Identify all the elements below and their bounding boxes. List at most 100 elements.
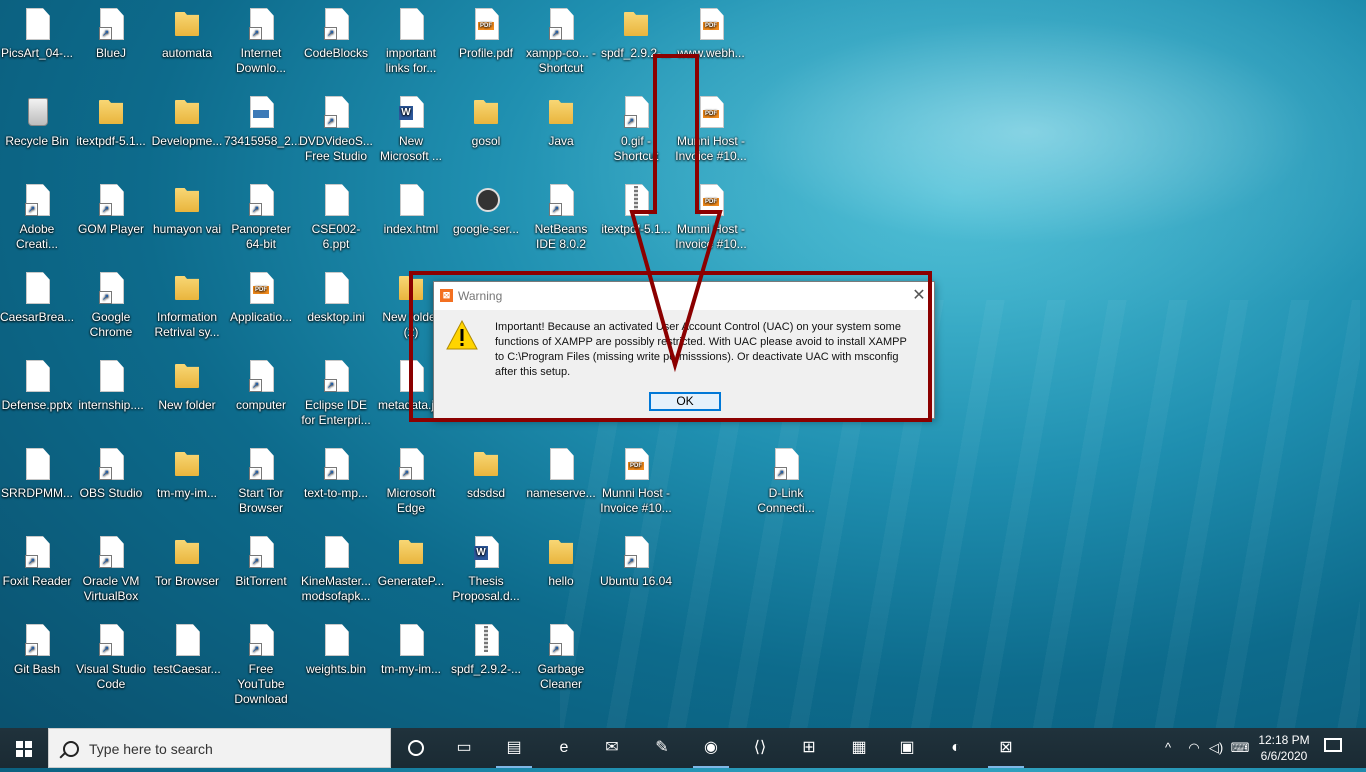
desktop-icon[interactable]: Defense.pptx xyxy=(0,352,74,413)
desktop-icon-label: Adobe Creati... xyxy=(15,222,58,251)
xampp-taskbar-icon[interactable]: ⊠ xyxy=(988,734,1024,768)
desktop-icon[interactable]: W New Microsoft ... xyxy=(374,88,448,164)
desktop-icon[interactable]: ↗ Garbage Cleaner xyxy=(524,616,598,692)
desktop-icon[interactable]: PicsArt_04-... xyxy=(0,0,74,61)
desktop-icon[interactable]: ↗ Start Tor Browser xyxy=(224,440,298,516)
desktop-icon-label: itextpdf-5.1... xyxy=(601,222,671,236)
desktop-icon[interactable]: ↗ DVDVideoS... Free Studio xyxy=(299,88,373,164)
start-button[interactable] xyxy=(0,728,48,768)
cortana-icon[interactable] xyxy=(402,734,430,762)
desktop-icon[interactable]: ↗ Adobe Creati... xyxy=(0,176,74,252)
eclipse-icon[interactable]: ◐ xyxy=(942,734,970,762)
desktop-icon[interactable]: weights.bin xyxy=(299,616,373,677)
show-hidden-icons[interactable]: ^ xyxy=(1158,734,1178,762)
desktop-icon[interactable]: ↗ BlueJ xyxy=(74,0,148,61)
desktop-icon[interactable]: ↗ Visual Studio Code xyxy=(74,616,148,692)
desktop-icon[interactable]: ↗ Git Bash xyxy=(0,616,74,677)
desktop-icon[interactable]: ↗ Eclipse IDE for Enterpri... xyxy=(299,352,373,428)
desktop-icon[interactable]: CaesarBrea... xyxy=(0,264,74,325)
desktop-icon[interactable]: tm-my-im... xyxy=(150,440,224,501)
desktop-icon[interactable]: Information Retrival sy... xyxy=(150,264,224,340)
desktop-icon[interactable]: SRRDPMM... xyxy=(0,440,74,501)
desktop-icon[interactable]: PDF Munni Host - Invoice #10... xyxy=(674,88,748,164)
task-view-icon[interactable]: ▭ xyxy=(450,734,478,762)
desktop-icon[interactable]: KineMaster... modsofapk... xyxy=(299,528,373,604)
desktop-icon[interactable]: GenerateP... xyxy=(374,528,448,589)
desktop-icon[interactable]: ↗ Internet Downlo... xyxy=(224,0,298,76)
desktop-icon[interactable]: nameserve... xyxy=(524,440,598,501)
desktop-icon[interactable]: ↗ text-to-mp... xyxy=(299,440,373,501)
desktop-icon[interactable]: CSE002-6.ppt xyxy=(299,176,373,252)
shortcut-icon: ↗ xyxy=(95,184,127,218)
remote-desktop-icon[interactable]: ▣ xyxy=(893,734,921,762)
close-icon[interactable]: ✕ xyxy=(904,282,934,310)
desktop-icon[interactable]: ↗ Oracle VM VirtualBox xyxy=(74,528,148,604)
desktop-icon[interactable]: ↗ Microsoft Edge xyxy=(374,440,448,516)
wifi-icon[interactable]: ◠ xyxy=(1184,734,1204,762)
desktop-icon[interactable]: Java xyxy=(524,88,598,149)
desktop-icon[interactable]: ↗ Ubuntu 16.04 xyxy=(599,528,673,589)
desktop-icon[interactable]: ↗ GOM Player xyxy=(74,176,148,237)
desktop-icon[interactable]: important links for... xyxy=(374,0,448,76)
desktop-icon[interactable]: 73415958_2... xyxy=(224,88,301,149)
desktop-icon[interactable]: ↗ computer xyxy=(224,352,298,413)
desktop-icon[interactable]: ↗ NetBeans IDE 8.0.2 xyxy=(524,176,598,252)
desktop-icon[interactable]: PDF Munni Host - Invoice #10... xyxy=(599,440,673,516)
desktop-icon[interactable]: gosol xyxy=(449,88,523,149)
desktop-icon[interactable]: ↗ Panopreter 64-bit xyxy=(224,176,298,252)
desktop-icon[interactable]: PDF Munni Host - Invoice #10... xyxy=(674,176,748,252)
desktop-icon-label: humayon vai xyxy=(152,222,222,236)
store-icon[interactable]: ⊞ xyxy=(795,734,823,762)
winrar-icon[interactable]: ▦ xyxy=(845,734,873,762)
desktop-icon[interactable]: itextpdf-5.1... xyxy=(74,88,148,149)
chrome-icon[interactable]: ◉ xyxy=(693,734,729,768)
desktop-icon[interactable]: index.html xyxy=(374,176,448,237)
dialog-title-bar[interactable]: ⊠ Warning ✕ xyxy=(434,282,934,310)
taskbar-search-box[interactable]: Type here to search xyxy=(48,728,391,768)
desktop-icon[interactable]: ↗ xampp-co... - Shortcut xyxy=(524,0,598,76)
desktop-icon[interactable]: PDF Applicatio... xyxy=(224,264,298,325)
desktop-icon[interactable]: internship.... xyxy=(74,352,148,413)
desktop-icon[interactable]: ↗ D-Link Connecti... xyxy=(749,440,823,516)
windows-logo-icon xyxy=(16,741,23,748)
desktop-icon[interactable]: Tor Browser xyxy=(150,528,224,589)
desktop-icon-label: Applicatio... xyxy=(229,310,293,324)
desktop-icon[interactable]: testCaesar... xyxy=(150,616,224,677)
desktop-icon[interactable]: spdf_2.9.2-... xyxy=(449,616,523,677)
desktop-icon[interactable]: ↗ Google Chrome xyxy=(74,264,148,340)
desktop-icon[interactable]: New folder xyxy=(150,352,224,413)
desktop-icon[interactable]: PDF Profile.pdf xyxy=(449,0,523,61)
desktop-icon[interactable]: hello xyxy=(524,528,598,589)
desktop-icon[interactable]: ↗ BitTorrent xyxy=(224,528,298,589)
desktop-icon[interactable]: W Thesis Proposal.d... xyxy=(449,528,523,604)
vscode-icon[interactable]: ⟨⟩ xyxy=(746,734,774,762)
desktop-icon[interactable]: desktop.ini xyxy=(299,264,373,325)
desktop-icon-label: Oracle VM VirtualBox xyxy=(82,574,140,603)
ok-button[interactable]: OK xyxy=(649,392,721,411)
volume-icon[interactable]: ◁) xyxy=(1206,734,1226,762)
desktop-icon[interactable]: automata xyxy=(150,0,224,61)
windows-logo-pane xyxy=(16,750,23,757)
desktop-icon-label: desktop.ini xyxy=(307,310,365,324)
desktop-icon[interactable]: PDF www.webh... xyxy=(674,0,748,61)
mail-icon[interactable]: ✉ xyxy=(598,734,626,762)
desktop-icon[interactable]: ↗ CodeBlocks xyxy=(299,0,373,61)
desktop-icon[interactable]: ↗ Free YouTube Download xyxy=(224,616,298,707)
notification-center-icon[interactable] xyxy=(1324,738,1342,752)
clock[interactable]: 12:18 PM 6/6/2020 xyxy=(1254,732,1314,764)
desktop-icon[interactable]: ↗ 0.gif - Shortcut xyxy=(599,88,673,164)
desktop-icon[interactable]: ↗ Foxit Reader xyxy=(0,528,74,589)
desktop-icon[interactable]: spdf_2.9.2-... xyxy=(599,0,673,61)
desktop-icon[interactable]: sdsdsd xyxy=(449,440,523,501)
input-language-icon[interactable]: ⌨ xyxy=(1230,734,1250,762)
desktop-icon[interactable]: tm-my-im... xyxy=(374,616,448,677)
desktop-icon[interactable]: Developme... xyxy=(150,88,224,149)
desktop-icon[interactable]: ↗ OBS Studio xyxy=(74,440,148,501)
desktop-icon[interactable]: Recycle Bin xyxy=(0,88,74,149)
desktop-icon[interactable]: google-ser... xyxy=(449,176,523,237)
file-explorer-icon[interactable]: ▤ xyxy=(496,734,532,768)
desktop-icon[interactable]: humayon vai xyxy=(150,176,224,237)
paint-icon[interactable]: ✎ xyxy=(648,734,676,762)
edge-icon[interactable]: e xyxy=(550,734,578,762)
desktop-icon[interactable]: itextpdf-5.1... xyxy=(599,176,673,237)
